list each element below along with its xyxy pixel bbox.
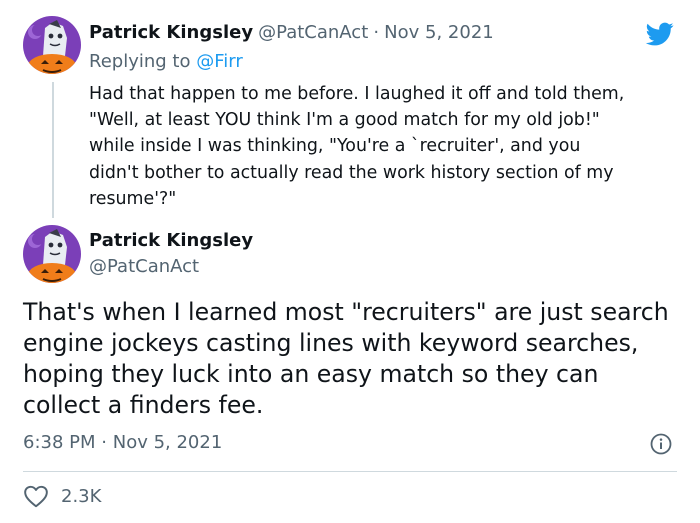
like-button[interactable]: 2.3K — [23, 484, 101, 508]
avatar-image — [23, 16, 81, 74]
replying-to: Replying to @Firr — [89, 51, 243, 72]
like-count: 2.3K — [61, 485, 102, 507]
display-name[interactable]: Patrick Kingsley — [89, 230, 253, 251]
tweet-date[interactable]: Nov 5, 2021 — [384, 22, 494, 43]
avatar[interactable] — [23, 225, 81, 283]
replying-to-mention[interactable]: @Firr — [196, 51, 243, 72]
user-handle[interactable]: @PatCanAct — [258, 22, 368, 43]
tweet-timestamp[interactable]: 6:38 PM · Nov 5, 2021 — [23, 432, 222, 453]
avatar[interactable] — [23, 16, 81, 74]
tweet-time[interactable]: 6:38 PM — [23, 432, 96, 453]
divider — [23, 471, 677, 472]
user-handle[interactable]: @PatCanAct — [89, 256, 199, 277]
thread-connector — [52, 82, 54, 218]
replying-to-label: Replying to — [89, 51, 197, 72]
display-name[interactable]: Patrick Kingsley — [89, 22, 253, 43]
heart-icon — [24, 485, 48, 508]
separator: · — [101, 432, 107, 453]
avatar-image — [23, 225, 81, 283]
separator: · — [373, 22, 380, 43]
twitter-bird-icon[interactable] — [644, 20, 676, 48]
reply-tweet-header: Patrick Kingsley @PatCanAct · Nov 5, 202… — [89, 22, 494, 43]
info-icon[interactable] — [649, 432, 673, 456]
main-tweet-text: That's when I learned most "recruiters" … — [23, 298, 669, 419]
tweet-date[interactable]: Nov 5, 2021 — [113, 432, 223, 453]
reply-tweet-text: Had that happen to me before. I laughed … — [89, 84, 625, 209]
